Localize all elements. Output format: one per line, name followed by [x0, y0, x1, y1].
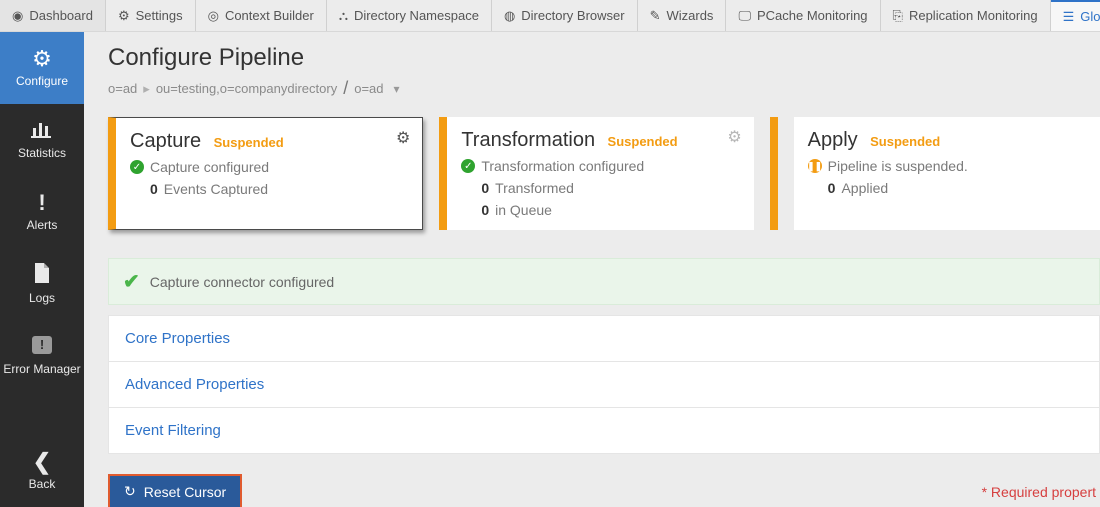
top-tabbar: ◉ Dashboard ⚙ Settings ◎ Context Builder…: [0, 0, 1100, 32]
metric-label: Applied: [841, 180, 888, 196]
sidebar-item-label: Alerts: [27, 218, 58, 232]
back-icon: ❮: [33, 451, 51, 473]
metric-value: 0: [150, 181, 158, 197]
tab-label: Settings: [136, 8, 183, 23]
banner-text: Capture connector configured: [150, 274, 334, 290]
gear-icon[interactable]: ⚙: [727, 127, 741, 147]
reset-cursor-button[interactable]: ↻ Reset Cursor: [108, 474, 242, 507]
accordion-list: Core Properties Advanced Properties Even…: [108, 315, 1100, 454]
card-title: Transformation: [461, 129, 595, 152]
tab-label: Context Builder: [225, 8, 314, 23]
metric-label: Events Captured: [164, 181, 268, 197]
gear-icon[interactable]: ⚙: [396, 128, 410, 148]
tab-global-sync[interactable]: ☰ Global Sync: [1051, 0, 1100, 31]
error-icon: !: [32, 336, 52, 358]
tab-replication-monitoring[interactable]: ⎘ Replication Monitoring: [881, 0, 1051, 31]
success-banner: ✔ Capture connector configured: [108, 258, 1100, 305]
card-capture[interactable]: Capture Suspended ⚙ ✓ Capture configured…: [108, 117, 423, 230]
file-icon: [33, 263, 51, 287]
monitor-icon: 🖵: [738, 8, 751, 24]
tab-context-builder[interactable]: ◎ Context Builder: [196, 0, 327, 31]
card-transformation[interactable]: Transformation Suspended ⚙ ✓ Transformat…: [439, 117, 753, 230]
tab-wizards[interactable]: ✎ Wizards: [638, 0, 727, 31]
tree-icon: ⛬: [339, 8, 348, 24]
card-separator: [770, 117, 778, 230]
status-chip: Suspended: [870, 134, 940, 149]
card-status-text: Pipeline is suspended.: [828, 158, 968, 174]
sidebar-item-label: Logs: [29, 291, 55, 305]
check-icon: ✔: [123, 269, 140, 294]
sidebar-item-label: Back: [29, 477, 56, 491]
tab-label: Global Sync: [1080, 9, 1100, 24]
sidebar: ⚙ Configure Statistics ! Alerts Logs ! E…: [0, 32, 84, 507]
page-title: Configure Pipeline: [108, 44, 1100, 72]
copy-icon: ⎘: [893, 8, 903, 24]
accordion-core-properties[interactable]: Core Properties: [108, 315, 1100, 362]
tab-label: Replication Monitoring: [909, 8, 1038, 23]
tab-dashboard[interactable]: ◉ Dashboard: [0, 0, 106, 31]
chevron-down-icon: ▾: [394, 82, 400, 96]
globe-icon: ◍: [504, 8, 515, 24]
cube-icon: ◎: [208, 8, 219, 24]
sidebar-item-error-manager[interactable]: ! Error Manager: [0, 320, 84, 392]
check-icon: ✓: [130, 160, 144, 174]
status-chip: Suspended: [214, 135, 284, 150]
breadcrumb-seg: o=ad: [108, 81, 137, 96]
sidebar-item-label: Configure: [16, 74, 68, 88]
alert-icon: !: [38, 192, 45, 214]
svg-text:!: !: [40, 337, 44, 352]
sidebar-item-configure[interactable]: ⚙ Configure: [0, 32, 84, 104]
accordion-advanced-properties[interactable]: Advanced Properties: [108, 362, 1100, 408]
card-apply[interactable]: Apply Suspended ❚❚ Pipeline is suspended…: [794, 117, 1100, 230]
metric-value: 0: [481, 202, 489, 218]
pipeline-cards: Capture Suspended ⚙ ✓ Capture configured…: [108, 117, 1100, 230]
breadcrumb-slash-icon: /: [343, 78, 348, 99]
tab-label: Wizards: [666, 8, 713, 23]
sidebar-item-alerts[interactable]: ! Alerts: [0, 176, 84, 248]
breadcrumb-seg: o=ad: [354, 81, 383, 96]
metric-value: 0: [828, 180, 836, 196]
tab-label: Directory Namespace: [354, 8, 479, 23]
card-title: Capture: [130, 130, 201, 153]
sidebar-item-back[interactable]: ❮ Back: [0, 435, 84, 507]
tab-label: PCache Monitoring: [757, 8, 868, 23]
sidebar-item-logs[interactable]: Logs: [0, 248, 84, 320]
footer-row: ↻ Reset Cursor * Required propert: [108, 474, 1100, 507]
required-note: * Required propert: [982, 484, 1100, 500]
metric-label: Transformed: [495, 180, 574, 196]
breadcrumb[interactable]: o=ad ▸ ou=testing,o=companydirectory / o…: [108, 78, 1100, 99]
tab-pcache-monitoring[interactable]: 🖵 PCache Monitoring: [726, 0, 880, 31]
button-label: Reset Cursor: [144, 484, 226, 500]
check-icon: ✓: [461, 159, 475, 173]
main-panel: Configure Pipeline o=ad ▸ ou=testing,o=c…: [84, 32, 1100, 507]
tab-settings[interactable]: ⚙ Settings: [106, 0, 196, 31]
chart-icon: [31, 120, 53, 142]
sidebar-item-label: Statistics: [18, 146, 66, 160]
breadcrumb-seg: ou=testing,o=companydirectory: [156, 81, 337, 96]
refresh-icon: ↻: [124, 483, 136, 500]
tab-directory-browser[interactable]: ◍ Directory Browser: [492, 0, 638, 31]
card-status-text: Transformation configured: [481, 158, 644, 174]
metric-label: in Queue: [495, 202, 552, 218]
breadcrumb-sep-icon: ▸: [143, 81, 150, 97]
metric-value: 0: [481, 180, 489, 196]
gears-icon: ⚙: [32, 48, 52, 70]
tab-label: Dashboard: [29, 8, 93, 23]
tab-directory-namespace[interactable]: ⛬ Directory Namespace: [327, 0, 492, 31]
tab-label: Directory Browser: [521, 8, 624, 23]
sidebar-item-statistics[interactable]: Statistics: [0, 104, 84, 176]
sidebar-item-label: Error Manager: [3, 362, 80, 376]
list-icon: ☰: [1063, 9, 1075, 25]
gear-icon: ⚙: [118, 8, 130, 24]
card-status-text: Capture configured: [150, 159, 269, 175]
card-title: Apply: [808, 129, 858, 152]
dashboard-icon: ◉: [12, 8, 23, 24]
status-chip: Suspended: [608, 134, 678, 149]
accordion-event-filtering[interactable]: Event Filtering: [108, 408, 1100, 454]
wand-icon: ✎: [650, 8, 661, 24]
pause-icon: ❚❚: [808, 159, 822, 173]
